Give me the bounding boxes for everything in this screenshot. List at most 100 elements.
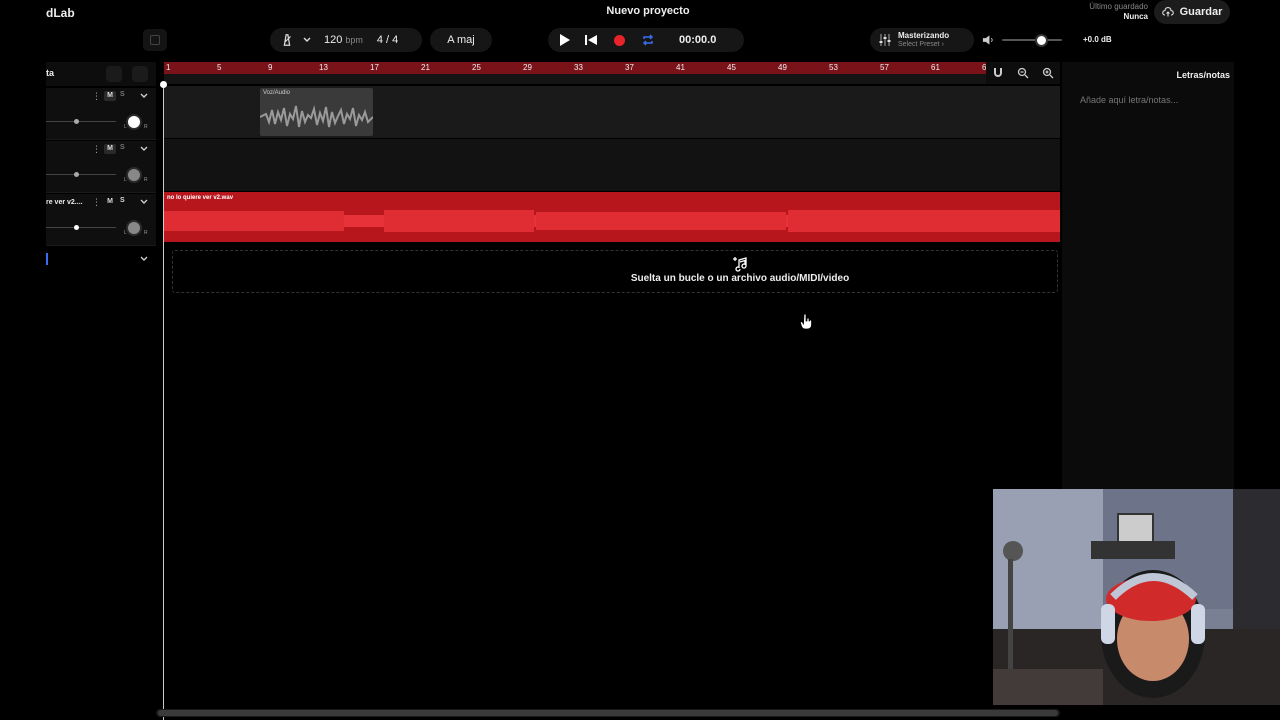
mute-button[interactable]: M [104, 197, 116, 207]
loop-icon[interactable] [641, 34, 655, 46]
last-saved-value: Nunca [1123, 12, 1148, 21]
skip-back-icon[interactable] [584, 34, 598, 46]
master-volume-slider[interactable] [1002, 39, 1062, 41]
horizontal-scrollbar[interactable] [156, 709, 1060, 717]
track-header[interactable]: ⋮ M S L R [46, 88, 156, 140]
track-name[interactable]: re ver v2.... [46, 199, 83, 206]
scrollbar-thumb[interactable] [158, 710, 1058, 716]
volume-icon[interactable] [982, 34, 995, 46]
pan-knob[interactable] [126, 220, 142, 236]
selection-indicator [46, 253, 48, 265]
chevron-down-icon[interactable] [138, 144, 150, 154]
track-menu-icon[interactable]: ⋮ [92, 144, 101, 155]
fader-handle[interactable] [74, 172, 79, 177]
track-menu-icon[interactable]: ⋮ [92, 91, 101, 102]
ruler-mark: 21 [421, 63, 430, 72]
ruler-mark: 61 [931, 63, 940, 72]
playhead[interactable] [163, 84, 164, 720]
time-display: 00:00.0 [679, 34, 717, 46]
track-settings-icon[interactable] [132, 66, 148, 82]
add-track-row[interactable] [46, 250, 156, 268]
ruler-mark: 41 [676, 63, 685, 72]
pan-left-label: L [124, 124, 127, 130]
tempo-field[interactable]: 120 bpm [324, 34, 363, 46]
save-button-label: Guardar [1179, 6, 1223, 18]
track-volume-fader[interactable] [46, 225, 116, 230]
chevron-down-icon[interactable] [138, 197, 150, 207]
fader-handle[interactable] [74, 225, 79, 230]
track-header[interactable]: ⋮ M S L R [46, 141, 156, 193]
ruler-mark: 5 [217, 63, 222, 72]
time-signature-field[interactable]: 4 / 4 [377, 34, 398, 46]
notes-input[interactable]: Añade aquí letra/notas... [1080, 95, 1178, 105]
clip-waveform [164, 210, 1060, 232]
play-icon[interactable] [560, 34, 570, 46]
solo-button[interactable]: S [120, 144, 125, 151]
ruler-mark: 33 [574, 63, 583, 72]
drop-zone-text: Suelta un bucle o un archivo audio/MIDI/… [630, 273, 850, 284]
sidebar-toggle-button[interactable] [143, 29, 167, 51]
pan-right-label: R [144, 177, 148, 183]
app-logo: dLab [46, 6, 75, 20]
last-saved-label: Último guardado [1089, 2, 1148, 11]
master-volume-handle[interactable] [1035, 34, 1048, 47]
automation-icon[interactable] [106, 66, 122, 82]
ruler-mark: 53 [829, 63, 838, 72]
save-button[interactable]: Guardar [1154, 0, 1230, 24]
metronome-icon[interactable] [280, 33, 294, 47]
drop-zone[interactable] [172, 250, 1058, 293]
track-lane[interactable]: Voz/Audio [164, 86, 1060, 138]
track-header[interactable]: re ver v2.... ⋮ M S L R [46, 194, 156, 246]
ruler-mark: 29 [523, 63, 532, 72]
audio-clip[interactable]: Voz/Audio [260, 88, 373, 136]
track-lane[interactable]: no lo quiere ver v2.wav [164, 192, 1060, 242]
tempo-unit: bpm [345, 35, 363, 45]
clip-name: Voz/Audio [263, 90, 291, 96]
clip-name: no lo quiere ver v2.wav [167, 195, 234, 201]
zoom-in-icon[interactable] [1042, 67, 1054, 79]
chevron-down-icon[interactable] [302, 35, 312, 45]
ruler-mark: 57 [880, 63, 889, 72]
pan-knob[interactable] [126, 167, 142, 183]
mastering-label: Masterizando [898, 31, 950, 40]
timeline-ruler[interactable]: 1 5 9 13 17 21 25 29 33 37 41 45 49 53 57 61 6 [164, 62, 986, 74]
ruler-mark: 45 [727, 63, 736, 72]
track-menu-icon[interactable]: ⋮ [92, 197, 101, 208]
key-selector[interactable]: A maj [430, 28, 492, 52]
mastering-preset-button[interactable]: Masterizando Select Preset › [870, 28, 974, 52]
ruler-mark: 49 [778, 63, 787, 72]
record-icon[interactable] [614, 34, 625, 46]
hand-cursor-icon [800, 314, 812, 330]
playhead-handle[interactable] [160, 81, 167, 88]
chevron-down-icon[interactable] [138, 254, 150, 264]
pan-left-label: L [124, 230, 127, 236]
cloud-upload-icon [1161, 7, 1174, 17]
pan-left-label: L [124, 177, 127, 183]
ruler-mark: 13 [319, 63, 328, 72]
ruler-mark: 37 [625, 63, 634, 72]
notes-panel: Letras/notas Añade aquí letra/notas... [1062, 62, 1234, 492]
solo-button[interactable]: S [120, 91, 125, 98]
magnet-icon[interactable] [992, 67, 1004, 79]
chevron-down-icon[interactable] [138, 91, 150, 101]
ruler-subbar[interactable] [164, 74, 986, 84]
webcam-image [993, 489, 1280, 705]
track-panel-header: ta [46, 62, 156, 86]
mute-button[interactable]: M [104, 91, 116, 101]
track-volume-fader[interactable] [46, 119, 116, 124]
zoom-out-icon[interactable] [1017, 67, 1029, 79]
solo-button[interactable]: S [120, 197, 125, 204]
project-title[interactable]: Nuevo proyecto [560, 5, 736, 17]
master-volume-db: +0.0 dB [1083, 35, 1112, 44]
pan-right-label: R [144, 124, 148, 130]
clip-waveform [260, 105, 373, 128]
pan-knob[interactable] [126, 114, 142, 130]
notes-title: Letras/notas [1176, 70, 1230, 80]
ruler-mark: 25 [472, 63, 481, 72]
track-volume-fader[interactable] [46, 172, 116, 177]
fader-handle[interactable] [74, 119, 79, 124]
music-add-icon [733, 257, 747, 272]
track-lane[interactable] [164, 139, 1060, 191]
mute-button[interactable]: M [104, 144, 116, 154]
pan-right-label: R [144, 230, 148, 236]
